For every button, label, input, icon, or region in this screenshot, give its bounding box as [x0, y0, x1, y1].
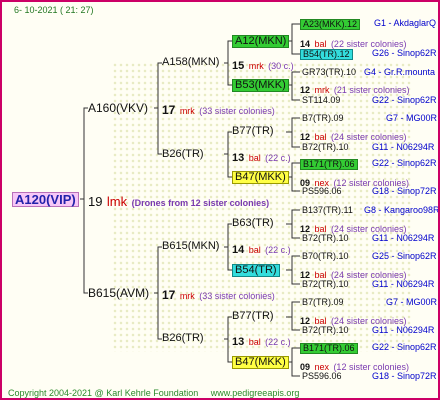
gen4-4b-group: G18 - Sinop72R: [372, 186, 437, 196]
gen2-a-upper-drone-description: (30 c.): [268, 61, 294, 71]
gen4-7b-group: G11 - N06294R: [372, 325, 435, 335]
queen-gen2-b-lower: B26(TR): [162, 332, 204, 344]
gen2-a-lower-drone-line: 13 bal (22 c.): [232, 149, 291, 165]
gen4-6b-group: G11 - N06294R: [372, 279, 435, 289]
queen-gen4-7a: B7(TR).09: [302, 297, 344, 307]
footer-site-link[interactable]: www.pedigreeapis.org: [211, 388, 300, 398]
queen-gen1-lower: B615(AVM): [88, 286, 150, 300]
gen4-8a-group: G22 - Sinop62R: [372, 342, 437, 352]
footer-copyright: Copyright 2004-2021 @ Karl Kehrle Founda…: [8, 388, 199, 398]
queen-gen4-8a: B171(TR).06: [300, 343, 358, 354]
gen4-1a-group: G1 - AkdaglarQ: [374, 18, 437, 28]
gen4-1b-group: G26 - Sinop62R: [372, 48, 437, 58]
gen4-7a-group: G7 - MG00R: [386, 297, 438, 307]
queen-gen4-5a: B137(TR).11: [302, 205, 353, 215]
gen1-lower-drone-line: 17 mrk (33 sister colonies): [162, 287, 275, 303]
gen1-upper-drone-number: 17: [162, 103, 176, 117]
gen2-b-upper-drone-number: 14: [232, 244, 245, 256]
gen2-a-lower-drone-description: (22 c.): [265, 153, 291, 163]
queen-gen4-5b: B72(TR).10: [302, 233, 349, 243]
gen2-a-lower-drone-code: bal: [248, 153, 261, 163]
queen-gen4-4a: B171(TR).06: [300, 159, 358, 170]
gen3-1-drone-code: bal: [314, 39, 327, 49]
queen-gen3-7: B77(TR): [232, 310, 274, 322]
gen4-4a-group: G22 - Sinop62R: [372, 158, 437, 168]
gen4-8b-group: G18 - Sinop72R: [372, 371, 437, 381]
queen-gen3-4: B47(MKK): [232, 171, 289, 184]
root-drone-description: (Drones from 12 sister colonies): [131, 198, 270, 208]
gen3-3-drone-number: 12: [300, 132, 311, 142]
gen4-6a-group: G25 - Sinop62R: [372, 251, 437, 261]
gen4-5a-group: G8 - Kangaroo98R: [364, 205, 440, 215]
gen4-5b-group: G11 - N06294R: [372, 233, 435, 243]
gen3-2-drone-code: mrk: [314, 85, 330, 95]
gen2-b-upper-drone-description: (22 c.): [265, 245, 291, 255]
queen-gen4-3a: B7(TR).09: [302, 113, 344, 123]
gen2-a-lower-drone-number: 13: [232, 152, 245, 164]
root-drone-code: lmk: [106, 194, 128, 209]
footer: Copyright 2004-2021 @ Karl Kehrle Founda…: [8, 388, 299, 398]
queen-gen3-8: B47(MKK): [232, 356, 289, 369]
queen-gen4-6a: B70(TR).10: [302, 251, 349, 261]
gen1-lower-drone-number: 17: [162, 288, 176, 302]
queen-gen4-6b: B72(TR).10: [302, 279, 349, 289]
gen1-upper-drone-code: mrk: [179, 106, 195, 116]
gen1-lower-drone-code: mrk: [179, 291, 195, 301]
gen2-b-lower-drone-line: 13 bal (22 c.): [232, 333, 291, 349]
gen1-lower-drone-description: (33 sister colonies): [199, 291, 275, 301]
gen2-a-upper-drone-code: mrk: [248, 61, 264, 71]
queen-gen4-2a: GR73(TR).10: [302, 67, 357, 77]
root-drone-number: 19: [88, 194, 103, 209]
queen-gen2-a-lower: B26(TR): [162, 148, 204, 160]
gen2-a-upper-drone-number: 15: [232, 60, 245, 72]
gen1-upper-drone-description: (33 sister colonies): [199, 106, 275, 116]
pedigree-chart: 6- 10-2021 ( 21: 27) A120(VIP) 19 lmk (D…: [0, 0, 440, 400]
gen2-b-lower-drone-description: (22 c.): [265, 337, 291, 347]
queen-gen4-1a: A23(MKK).12: [300, 19, 361, 30]
queen-gen2-a-upper: A158(MKN): [162, 56, 220, 68]
gen3-2-drone-number: 12: [300, 85, 311, 95]
gen2-b-upper-drone-code: bal: [248, 245, 261, 255]
gen4-2b-group: G22 - Sinop62R: [372, 95, 437, 105]
queen-gen1-upper: A160(VKV): [88, 101, 149, 115]
gen4-3b-group: G11 - N06294R: [372, 142, 435, 152]
gen3-3-drone-description: (24 sister colonies): [330, 132, 407, 142]
gen3-3-drone-code: bal: [314, 132, 327, 142]
queen-gen4-4b: PS596.06: [302, 186, 342, 196]
gen2-a-upper-drone-line: 15 mrk (30 c.): [232, 57, 294, 73]
queen-gen4-3b: B72(TR).10: [302, 142, 349, 152]
gen1-upper-drone-line: 17 mrk (33 sister colonies): [162, 102, 275, 118]
root-drone-line: 19 lmk (Drones from 12 sister colonies): [88, 194, 269, 210]
queen-gen3-5: B63(TR): [232, 217, 274, 229]
gen2-b-lower-drone-code: bal: [248, 337, 261, 347]
queen-gen4-1b: B54(TR).12: [300, 49, 353, 60]
gen2-b-lower-drone-number: 13: [232, 336, 245, 348]
queen-gen3-3: B77(TR): [232, 125, 274, 137]
gen4-2a-group: G4 - Gr.R.mounta: [364, 67, 436, 77]
gen2-b-upper-drone-line: 14 bal (22 c.): [232, 241, 291, 257]
queen-gen3-1: A12(MKN): [232, 35, 290, 48]
gen3-2-drone-description: (21 sister colonies): [333, 85, 410, 95]
queen-gen4-2b: ST114.09: [302, 95, 341, 105]
gen4-3a-group: G7 - MG00R: [386, 113, 438, 123]
generated-timestamp: 6- 10-2021 ( 21: 27): [14, 5, 94, 15]
queen-gen4-7b: B72(TR).10: [302, 325, 349, 335]
queen-root-name: A120(VIP): [12, 192, 79, 207]
queen-gen3-2: B53(MKK): [232, 79, 289, 92]
queen-gen3-6: B54(TR): [232, 264, 280, 277]
queen-gen2-b-upper: B615(MKN): [162, 240, 220, 252]
gen3-1-drone-number: 14: [300, 39, 311, 49]
queen-gen4-8b: PS596.06: [302, 371, 342, 381]
